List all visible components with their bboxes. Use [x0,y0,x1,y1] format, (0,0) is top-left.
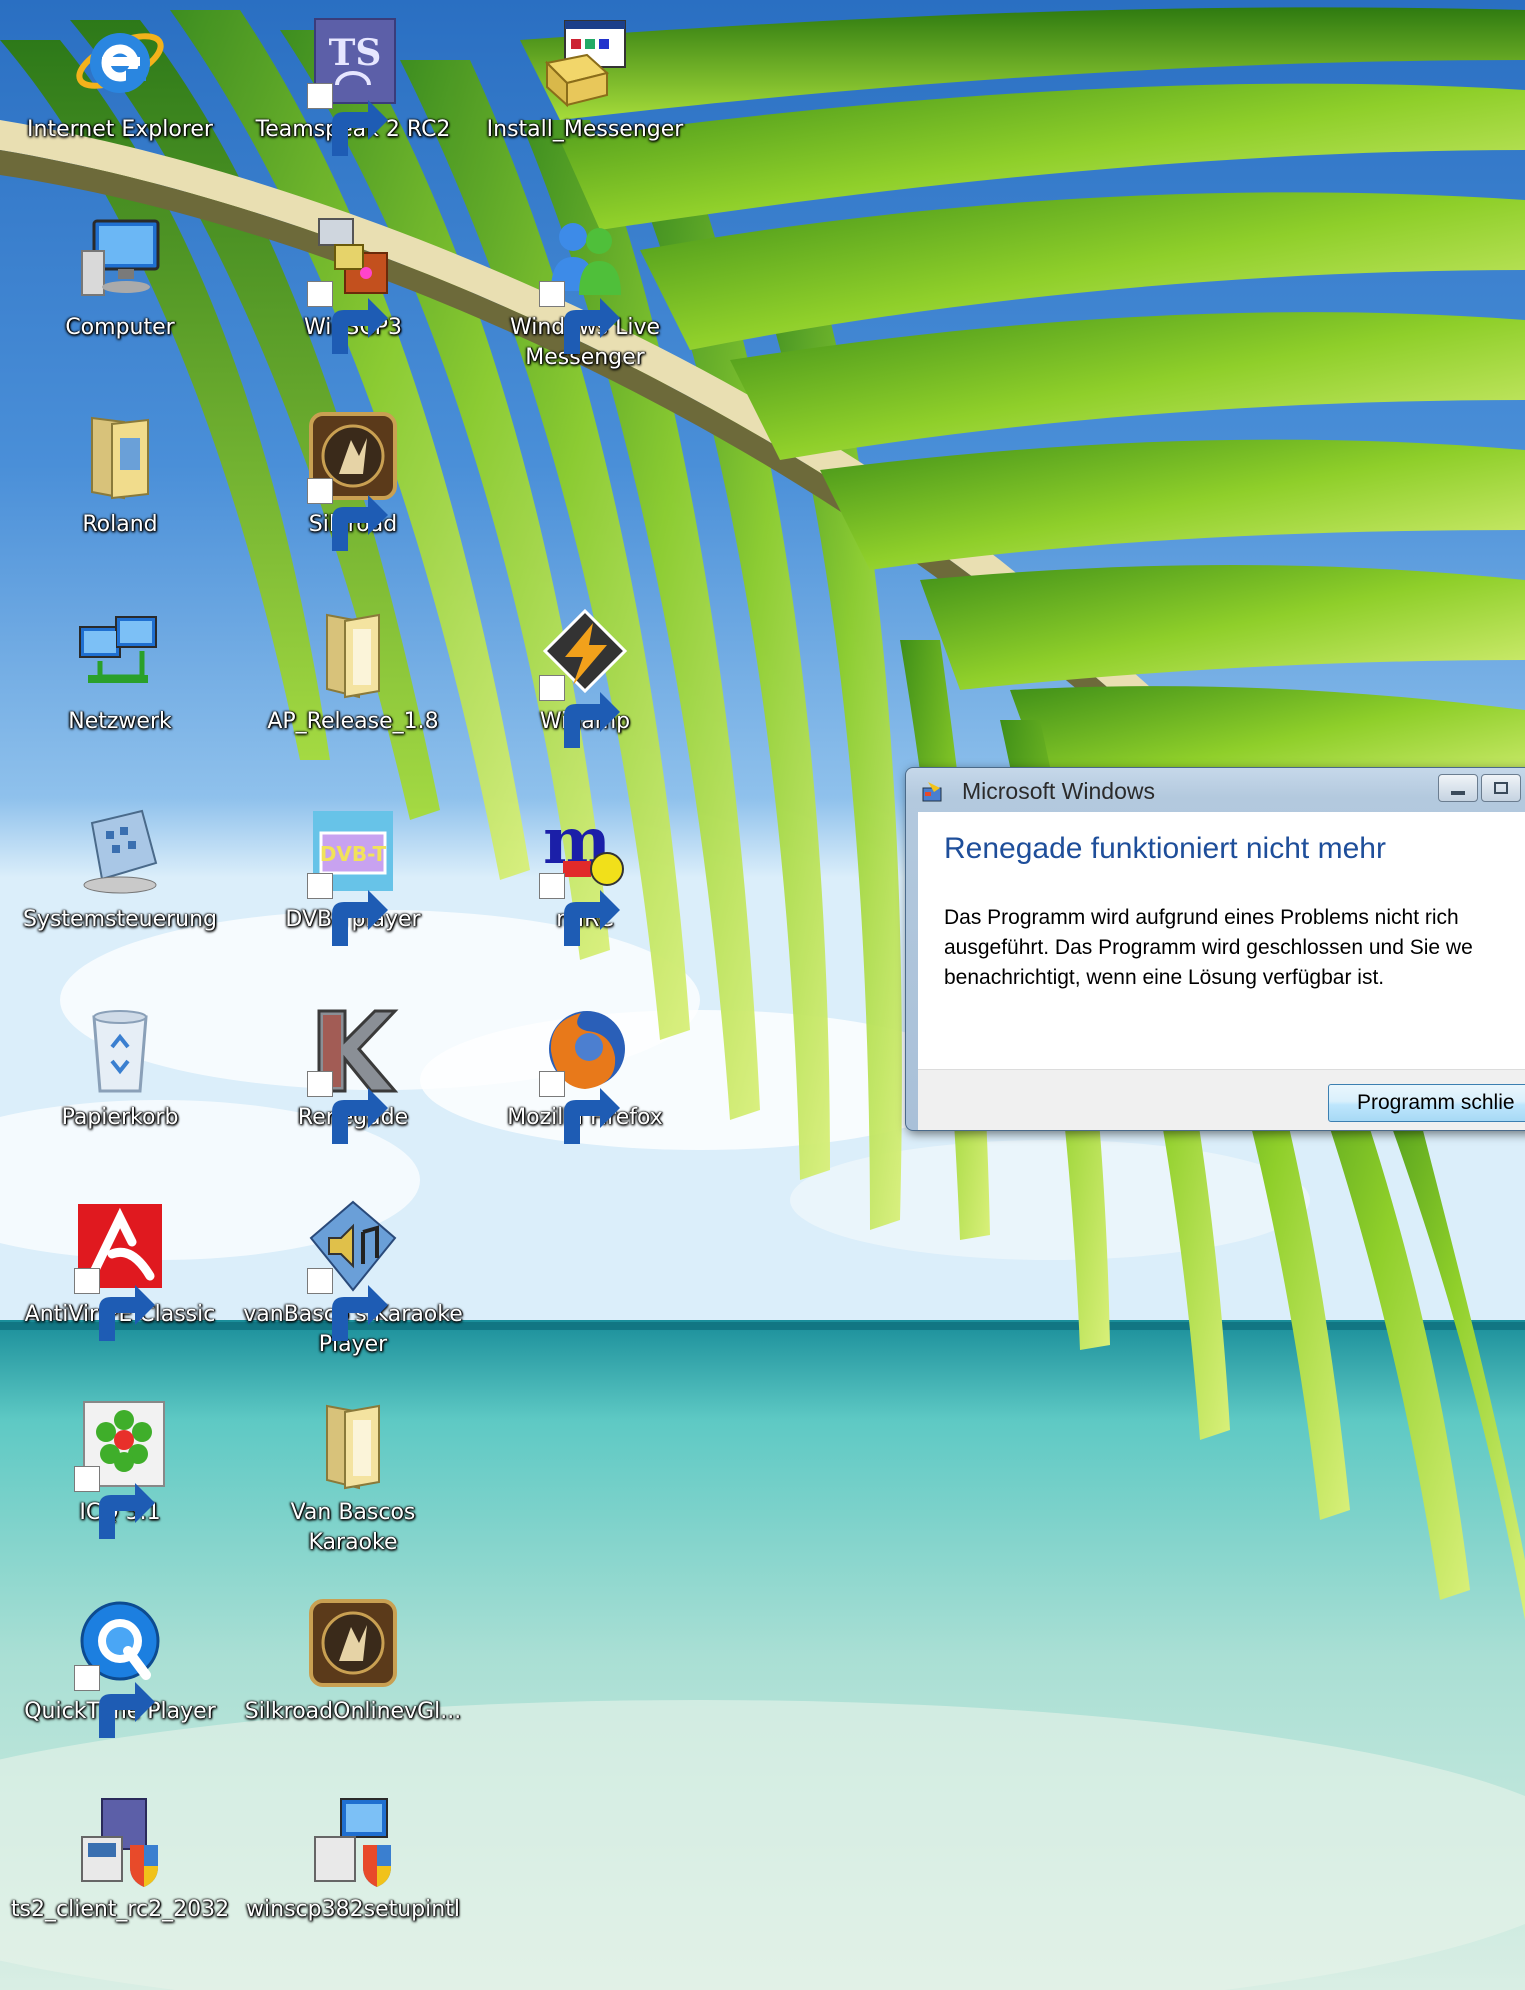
shortcut-arrow-icon [307,873,388,946]
network-icon [79,616,157,683]
shortcut-arrow-icon [307,1268,388,1341]
dialog-title: Microsoft Windows [962,778,1155,804]
desktop-icon-dvb-tplayer[interactable]: DVB-T DVB-Tplayer [243,795,463,970]
minimize-button[interactable] [1438,774,1478,802]
icon-label: Systemsteuerung [22,907,218,932]
user-folder-icon [91,416,149,500]
icon-label: Computer [65,315,175,340]
desktop-icon-roland[interactable]: Roland [10,400,230,575]
desktop-icon-teamspeak[interactable]: TS Teamspeak 2 RC2 [243,5,463,180]
desktop-icon-install-messenger[interactable]: Install_Messenger [475,5,695,180]
desktop-icon-winscp[interactable]: WinSCP3 [243,203,463,378]
maximize-button[interactable] [1481,774,1521,802]
folder-icon [326,613,380,699]
windows-app-icon [922,782,942,802]
desktop-icon-silkroad[interactable]: Silkroad [243,400,463,575]
dialog-message-line: Das Programm wird aufgrund eines Problem… [944,906,1459,929]
svg-text:DVB-T: DVB-T [320,842,387,866]
shortcut-arrow-icon [74,1268,155,1341]
desktop-icon-quicktime[interactable]: QuickTime Player [10,1587,230,1762]
desktop-icon-netzwerk[interactable]: Netzwerk [10,597,230,772]
dialog-titlebar[interactable]: Microsoft Windows [906,768,1525,812]
shortcut-arrow-icon [539,281,620,354]
close-program-button[interactable]: Programm schlie [1328,1084,1525,1122]
icon-label: Roland [82,512,158,537]
desktop-icon-windows-live-messenger[interactable]: Windows Live Messenger [475,203,695,378]
installer-icon [544,20,626,108]
shortcut-arrow-icon [307,478,388,551]
desktop-icon-antivir[interactable]: AntiVir PE Classic [10,1190,230,1365]
shortcut-arrow-icon [307,281,388,354]
desktop-icon-papierkorb[interactable]: Papierkorb [10,993,230,1168]
error-dialog[interactable]: Microsoft Windows Renegade funktioniert … [905,767,1525,1131]
desktop-icon-computer[interactable]: Computer [10,203,230,378]
dialog-message-line: ausgeführt. Das Programm wird geschlosse… [944,936,1473,959]
shortcut-arrow-icon [74,1665,155,1738]
minimize-icon [1451,791,1465,795]
icon-label: Internet Explorer [27,117,213,142]
desktop-icon-renegade[interactable]: Renegade [243,993,463,1168]
computer-icon [81,219,160,296]
desktop-icon-van-bascos-karaoke[interactable]: Van Bascos Karaoke [243,1388,463,1563]
desktop-icon-ts2-client[interactable]: ts2_client_rc2_2032 [10,1785,230,1960]
shortcut-arrow-icon [539,675,620,748]
dialog-message-line: benachrichtigt, wenn eine Lösung verfügb… [944,966,1385,989]
icon-label: ts2_client_rc2_2032 [10,1897,230,1922]
icon-label: Van Bascos Karaoke [290,1500,416,1555]
icon-label: Netzwerk [68,709,172,734]
icon-label: Install_Messenger [486,117,684,142]
shortcut-arrow-icon [539,1071,620,1144]
desktop-icon-systemsteuerung[interactable]: Systemsteuerung [10,795,230,970]
svg-text:TS: TS [329,32,382,74]
shortcut-arrow-icon [539,873,620,946]
shortcut-arrow-icon [307,83,388,156]
icon-label: Papierkorb [61,1105,179,1130]
desktop-icon-silkroad-online[interactable]: SilkroadOnlinevGl... [243,1587,463,1762]
dialog-heading: Renegade funktioniert nicht mehr [944,832,1386,865]
desktop-icon-mozilla-firefox[interactable]: Mozilla Firefox [475,993,695,1168]
dialog-footer: Programm schlie [918,1069,1525,1130]
shortcut-arrow-icon [74,1466,155,1539]
dialog-content: Renegade funktioniert nicht mehr Das Pro… [918,812,1525,1069]
silkroad-icon [309,1599,397,1687]
shortcut-arrow-icon [307,1071,388,1144]
desktop-icon-mirc[interactable]: m mIRC [475,795,695,970]
folder-icon [326,1404,380,1490]
desktop-icon-winscp-setup[interactable]: winscp382setupintl [243,1785,463,1960]
internet-explorer-icon [76,33,164,93]
icon-label: SilkroadOnlinevGl... [244,1699,462,1724]
desktop-icon-icq[interactable]: ICQ 5.1 [10,1388,230,1563]
setup-installer-icon [81,1798,158,1887]
desktop-icon-internet-explorer[interactable]: Internet Explorer [10,5,230,180]
recycle-bin-icon [92,1010,148,1093]
setup-installer-icon [314,1798,391,1887]
desktop[interactable]: Internet Explorer TS Teamspeak 2 RC2 Ins… [0,0,1525,1990]
maximize-icon [1494,782,1508,794]
icon-label: winscp382setupintl [246,1897,460,1922]
icon-label: AP_Release_1.8 [267,709,439,734]
desktop-icon-ap-release[interactable]: AP_Release_1.8 [243,597,463,772]
control-panel-icon [83,809,158,894]
desktop-icon-vanbasco-karaoke-player[interactable]: vanBasco's Karaoke Player [243,1190,463,1365]
desktop-icon-winamp[interactable]: Winamp [475,597,695,772]
